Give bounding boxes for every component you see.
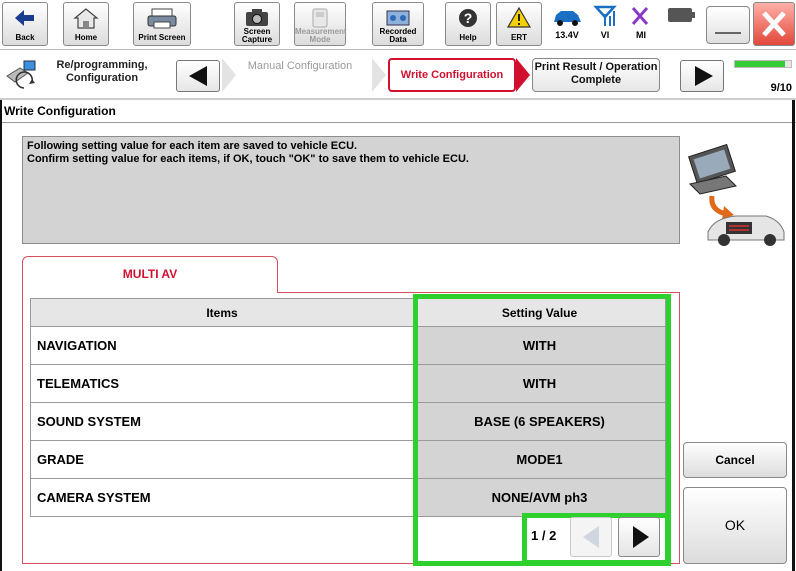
cancel-button[interactable]: Cancel	[683, 442, 787, 478]
reprogramming-icon	[6, 60, 36, 89]
instruction-message: Following setting value for each item ar…	[22, 136, 680, 244]
disconnected-x-icon	[631, 7, 649, 25]
row-item: NAVIGATION	[30, 326, 414, 365]
previous-page-button[interactable]	[570, 517, 612, 557]
laptop-to-vehicle-illustration	[688, 143, 785, 246]
minimize-button[interactable]	[706, 6, 750, 44]
step-manual-configuration: Manual Configuration	[240, 60, 360, 94]
row-item: SOUND SYSTEM	[30, 402, 414, 441]
column-header-items: Items	[30, 298, 414, 327]
help-label: Help	[459, 33, 477, 42]
row-item: TELEMATICS	[30, 364, 414, 403]
right-arrow-icon	[695, 66, 713, 86]
screen-capture-button[interactable]: Screen Capture	[234, 2, 280, 46]
back-arrow-icon	[15, 10, 34, 26]
warning-icon	[506, 6, 532, 28]
ert-label: ERT	[511, 33, 527, 42]
step-chevron	[222, 58, 236, 92]
vi-label: VI	[600, 30, 610, 40]
help-button[interactable]: ? Help	[445, 2, 491, 46]
svg-text:?: ?	[464, 10, 473, 26]
mi-status: MI	[624, 2, 658, 46]
page-title: Write Configuration	[4, 104, 116, 118]
step-3-label: Write Configuration	[400, 69, 504, 81]
battery-status	[662, 2, 700, 46]
message-line-2: Confirm setting value for each items, if…	[27, 153, 469, 165]
screen-capture-label: Screen Capture	[241, 27, 273, 44]
ok-button[interactable]: OK	[683, 487, 787, 564]
mi-label: MI	[636, 30, 646, 40]
vehicle-battery-status: 13.4V	[548, 2, 586, 46]
divider	[0, 122, 796, 123]
print-screen-button[interactable]: Print Screen	[133, 2, 191, 46]
frame-border-left	[0, 100, 2, 571]
step-4-label: Print Result / Operation Complete	[534, 61, 658, 86]
recorded-data-button[interactable]: Recorded Data	[372, 2, 424, 46]
home-button[interactable]: Home	[63, 2, 109, 46]
step-chevron	[372, 58, 386, 92]
next-page-button[interactable]	[618, 517, 660, 557]
battery-voltage: 13.4V	[555, 30, 579, 40]
step-navigation: Re/programming, Configuration Manual Con…	[0, 50, 796, 100]
progress-bar	[734, 60, 792, 68]
tab-multi-av[interactable]: MULTI AV	[22, 256, 278, 293]
step-print-result[interactable]: Print Result / Operation Complete	[532, 58, 660, 92]
back-button[interactable]: Back	[2, 2, 48, 46]
close-icon	[762, 11, 786, 37]
close-button[interactable]	[753, 2, 795, 46]
step-2-label: Manual Configuration	[247, 60, 353, 72]
ert-button[interactable]: ERT	[496, 2, 542, 46]
back-label: Back	[15, 33, 35, 42]
print-screen-label: Print Screen	[138, 33, 186, 42]
next-step-button[interactable]	[680, 60, 724, 92]
home-label: Home	[74, 33, 98, 42]
battery-icon	[668, 8, 695, 22]
progress-indicator: 9/10	[734, 58, 792, 94]
step-1-label: Re/programming, Configuration	[56, 59, 148, 84]
vi-status: VI	[590, 2, 620, 46]
page-indicator: 1 / 2	[531, 528, 557, 543]
progress-fill	[735, 61, 786, 67]
left-triangle-icon	[583, 526, 599, 548]
row-item: CAMERA SYSTEM	[30, 478, 414, 517]
printer-icon	[147, 8, 177, 29]
message-line-1: Following setting value for each item ar…	[27, 140, 358, 152]
measurement-mode-label: Measurement Mode	[295, 27, 347, 44]
current-step-chevron	[516, 58, 530, 92]
measurement-mode-button[interactable]: Measurement Mode	[294, 2, 347, 46]
tab-panel-border	[277, 292, 680, 293]
car-icon	[554, 11, 581, 26]
left-arrow-icon	[189, 66, 207, 86]
recorded-data-label: Recorded Data	[379, 27, 417, 44]
previous-step-button[interactable]	[176, 60, 220, 92]
step-reprogramming-configuration: Re/programming, Configuration	[42, 59, 162, 93]
row-item: GRADE	[30, 440, 414, 479]
step-write-configuration: Write Configuration	[388, 58, 516, 92]
signal-icon	[593, 5, 617, 26]
home-icon	[73, 8, 99, 29]
frame-border-right	[792, 100, 795, 571]
help-icon: ?	[459, 9, 477, 27]
top-toolbar: Back Home Print Screen Screen Capture Me…	[0, 0, 796, 50]
right-triangle-icon	[633, 526, 649, 548]
progress-text: 9/10	[770, 82, 792, 94]
